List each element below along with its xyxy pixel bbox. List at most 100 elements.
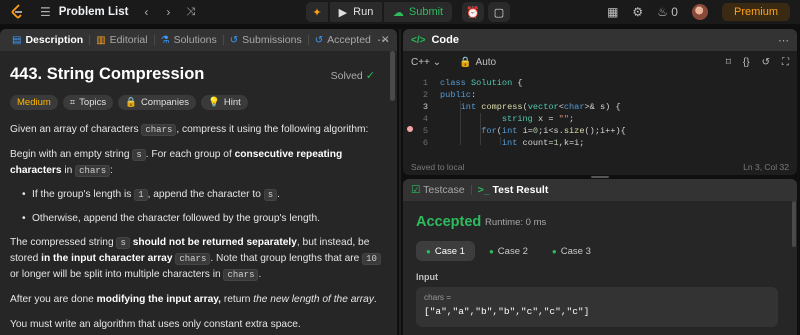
tab-label: Editorial bbox=[109, 34, 148, 46]
case-tab-1[interactable]: ● Case 1 bbox=[416, 241, 475, 261]
checkbox-icon: ☑ bbox=[411, 184, 421, 196]
code-icon: </> bbox=[411, 34, 426, 46]
chevron-down-icon: ⌄ bbox=[432, 56, 442, 68]
prev-problem-icon[interactable]: ‹ bbox=[144, 5, 148, 19]
layout-icon[interactable]: ▦ bbox=[607, 5, 618, 19]
hint-chip[interactable]: 💡 Hint bbox=[201, 95, 248, 110]
auto-mode-toggle[interactable]: 🔒 Auto bbox=[459, 57, 496, 68]
top-bar: ☰ Problem List ‹ › ⤨ ✦ ▶ Run ☁ Submit ⏰ … bbox=[0, 0, 800, 24]
success-dot-icon: ● bbox=[488, 246, 494, 256]
submit-button[interactable]: ☁ Submit bbox=[384, 2, 452, 22]
submit-label: Submit bbox=[408, 6, 444, 18]
fire-icon: ♨ bbox=[657, 5, 668, 19]
solved-badge: Solved ✓ bbox=[331, 69, 375, 83]
tab-solutions[interactable]: ⚗ Solutions bbox=[155, 29, 223, 51]
tab-label: Description bbox=[25, 34, 84, 46]
problem-list-icon[interactable]: ☰ bbox=[40, 5, 51, 19]
paragraph-5: You must write an algorithm that uses on… bbox=[10, 319, 301, 330]
tab-submissions[interactable]: ↺ Submissions bbox=[224, 29, 308, 51]
tab-testcase[interactable]: ☑ Testcase bbox=[411, 184, 465, 196]
tab-label: Accepted bbox=[327, 34, 371, 46]
book-icon: ▥ bbox=[96, 34, 106, 46]
tab-editorial[interactable]: ▥ Editorial bbox=[90, 29, 153, 51]
scrollbar[interactable] bbox=[792, 201, 796, 247]
scrollbar[interactable] bbox=[390, 51, 395, 101]
input-key: chars = bbox=[424, 293, 452, 302]
case-tab-3[interactable]: ● Case 3 bbox=[542, 241, 601, 261]
verdict-label: Accepted bbox=[416, 214, 482, 230]
list-item: Otherwise, append the character followed… bbox=[22, 211, 387, 227]
case-tab-2[interactable]: ● Case 2 bbox=[479, 241, 538, 261]
more-icon[interactable]: ⋯ bbox=[778, 34, 789, 47]
input-box: chars = ["a","a","b","b","c","c","c"] bbox=[416, 287, 778, 327]
breakpoint-dot[interactable] bbox=[407, 126, 413, 132]
shuffle-icon[interactable]: ⤨ bbox=[186, 6, 195, 19]
tab-label: Solutions bbox=[173, 34, 217, 46]
rules-list: If the group's length is 1, append the c… bbox=[10, 187, 387, 227]
tab-divider bbox=[470, 185, 472, 195]
notes-button[interactable]: ▢ bbox=[488, 2, 510, 22]
cursor-position: Ln 3, Col 32 bbox=[743, 162, 789, 172]
code-panel: </> Code ⋯ C++ ⌄ 🔒 Auto ⌑ {} ↺ ⛶ 1 class S… bbox=[403, 29, 797, 175]
chip-label: Hint bbox=[223, 97, 241, 108]
companies-chip[interactable]: 🔒 Companies bbox=[118, 95, 196, 110]
code-panel-header: </> Code ⋯ bbox=[403, 29, 797, 51]
tab-description[interactable]: ▤ Description bbox=[6, 29, 89, 51]
input-value: ["a","a","b","b","c","c","c"] bbox=[424, 306, 590, 317]
description-panel: ▤ Description ▥ Editorial ⚗ Solutions ↺ … bbox=[0, 29, 397, 335]
case-tabs: ● Case 1 ● Case 2 ● Case 3 bbox=[416, 241, 601, 261]
paragraph-4: After you are done modifying the input a… bbox=[10, 294, 377, 305]
tag-icon: ⌗ bbox=[69, 97, 76, 108]
problem-content: 443. String Compression Solved ✓ Medium … bbox=[0, 51, 397, 335]
streak-counter[interactable]: ♨ 0 bbox=[657, 5, 678, 19]
code-editor[interactable]: 1 class Solution { 2 public: 3 int compres… bbox=[403, 73, 797, 149]
note-icon: ▢ bbox=[493, 6, 505, 19]
play-icon: ▶ bbox=[338, 6, 348, 19]
gear-icon[interactable]: ⚙ bbox=[632, 5, 643, 19]
history-icon: ↺ bbox=[229, 34, 239, 46]
avatar[interactable] bbox=[691, 4, 708, 20]
format-braces-icon[interactable]: {} bbox=[743, 57, 750, 68]
paragraph-2: Begin with an empty string s. For each g… bbox=[10, 149, 343, 177]
lock-icon: 🔒 bbox=[459, 56, 472, 68]
lightbulb-icon: 💡 bbox=[208, 97, 220, 108]
language-select[interactable]: C++ ⌄ bbox=[411, 57, 441, 68]
runtime-label: Runtime: 0 ms bbox=[485, 217, 547, 228]
input-label: Input bbox=[416, 272, 438, 282]
reset-icon[interactable]: ↺ bbox=[762, 57, 770, 68]
flask-icon: ⚗ bbox=[160, 34, 170, 46]
next-problem-icon[interactable]: › bbox=[166, 5, 170, 19]
saved-status: Saved to local bbox=[411, 162, 465, 172]
debug-button[interactable]: ✦ bbox=[306, 2, 328, 22]
bug-icon: ✦ bbox=[312, 6, 322, 19]
success-dot-icon: ● bbox=[426, 246, 431, 256]
cloud-upload-icon: ☁ bbox=[392, 6, 404, 19]
terminal-icon: >_ bbox=[477, 184, 490, 196]
chip-label: Companies bbox=[140, 97, 189, 108]
leetcode-logo-icon[interactable] bbox=[8, 3, 26, 21]
alarm-icon: ⏰ bbox=[466, 6, 480, 19]
chip-label: Topics bbox=[79, 97, 107, 108]
lock-icon: 🔒 bbox=[125, 97, 137, 108]
check-circle-icon: ✓ bbox=[365, 70, 375, 82]
topics-chip[interactable]: ⌗ Topics bbox=[62, 95, 114, 110]
tab-test-result[interactable]: >_ Test Result bbox=[478, 184, 549, 196]
streak-count: 0 bbox=[671, 5, 678, 19]
paragraph-1: Given an array of characters chars, comp… bbox=[10, 124, 369, 136]
list-item: If the group's length is 1, append the c… bbox=[22, 187, 387, 203]
tab-label: Submissions bbox=[242, 34, 302, 46]
timer-button[interactable]: ⏰ bbox=[462, 2, 484, 22]
bookmark-icon[interactable]: ⌑ bbox=[726, 57, 731, 68]
premium-button[interactable]: Premium bbox=[721, 3, 790, 21]
run-button[interactable]: ▶ Run bbox=[330, 2, 382, 22]
difficulty-badge[interactable]: Medium bbox=[10, 95, 58, 110]
left-tab-bar: ▤ Description ▥ Editorial ⚗ Solutions ↺ … bbox=[0, 29, 397, 51]
fullscreen-icon[interactable]: ⛶ bbox=[782, 57, 789, 68]
paragraph-3: The compressed string s should not be re… bbox=[10, 235, 387, 283]
problem-list-link[interactable]: Problem List bbox=[59, 6, 129, 18]
problem-tags: Medium ⌗ Topics 🔒 Companies 💡 Hint bbox=[10, 95, 387, 110]
more-icon[interactable]: ⋯ bbox=[377, 33, 389, 47]
success-dot-icon: ● bbox=[551, 246, 557, 256]
code-title: Code bbox=[431, 34, 459, 46]
run-label: Run bbox=[353, 6, 374, 18]
